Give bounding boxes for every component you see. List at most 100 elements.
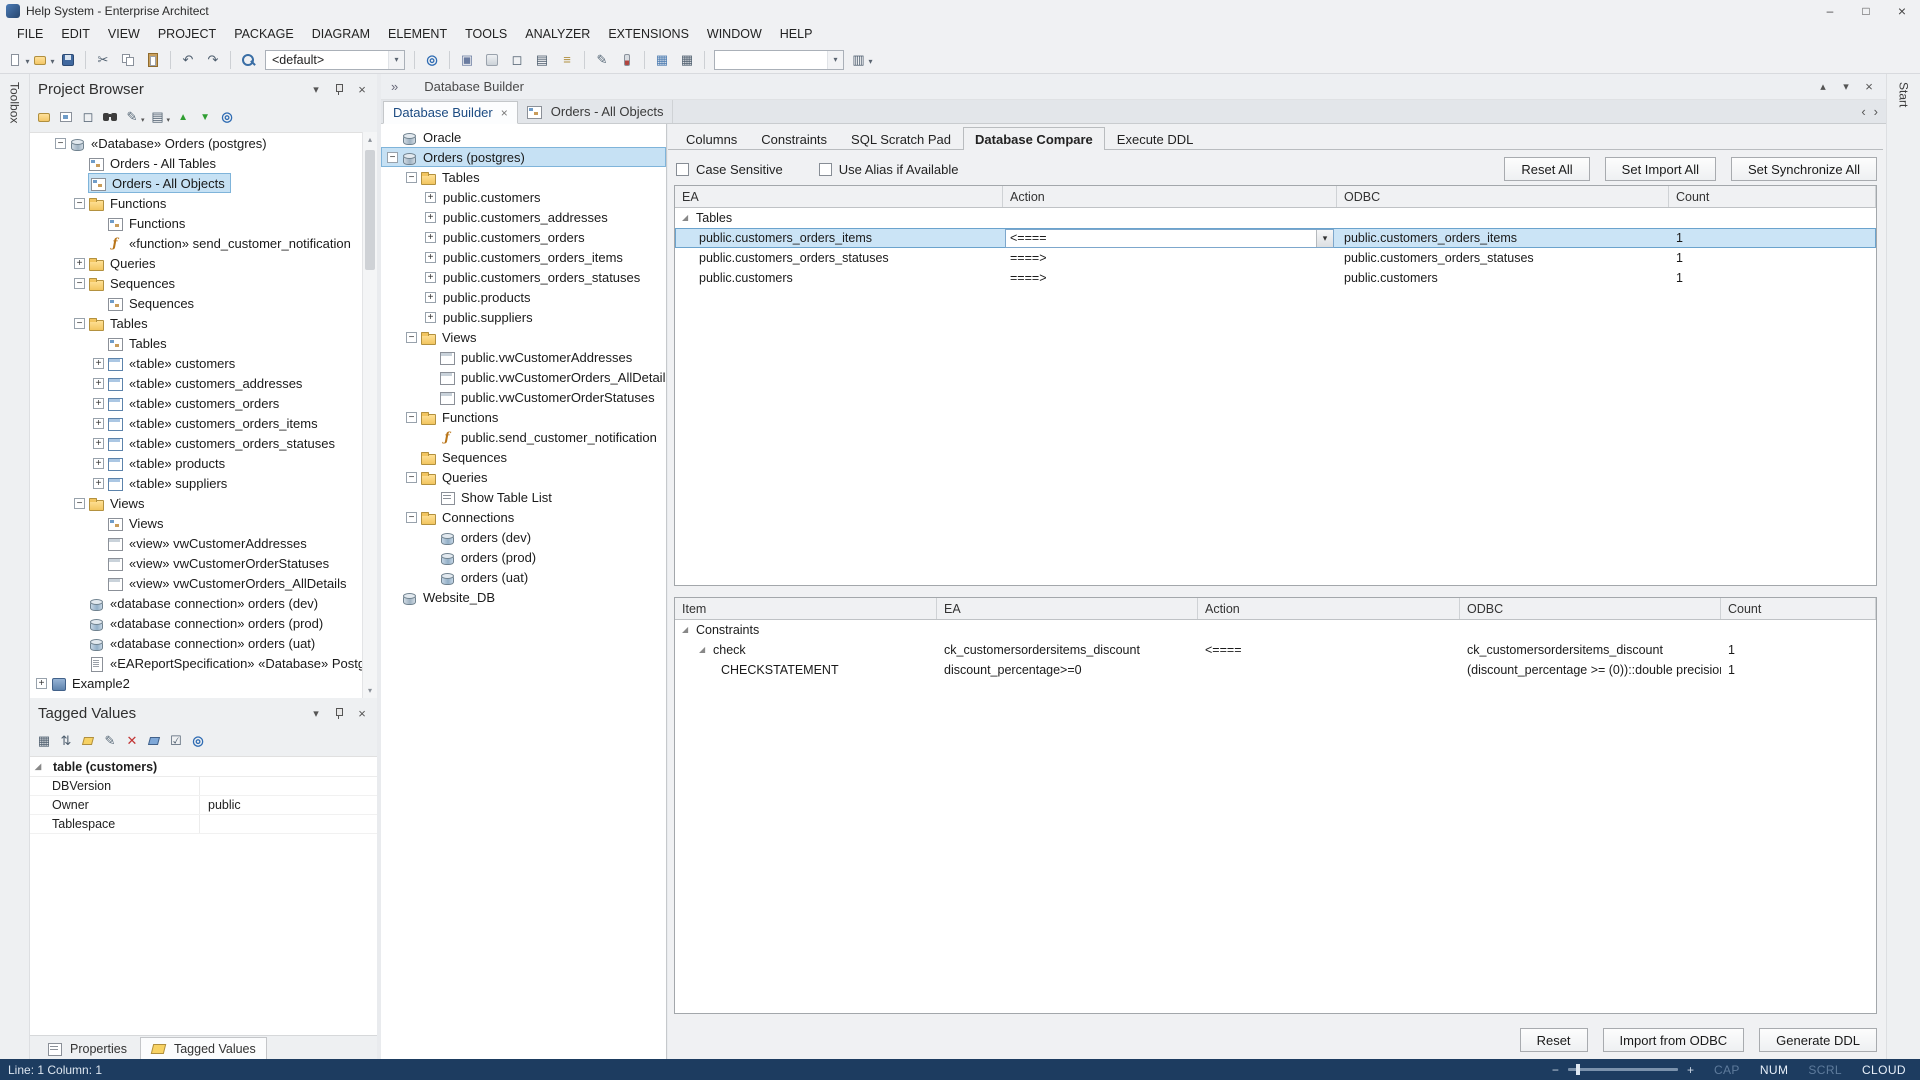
builder-item-tables[interactable]: Tables [381,167,666,187]
builder-item-public-customers-orders-items[interactable]: public.customers_orders_items [381,247,666,267]
close-panel-icon[interactable] [355,706,369,720]
browser-item-function-send-customer-notification[interactable]: «function» send_customer_notification [30,233,362,253]
browser-item-view-vwcustomerorderstatuses[interactable]: «view» vwCustomerOrderStatuses [30,553,362,573]
browser-item-orders-all-objects[interactable]: Orders - All Objects [30,173,362,193]
browser-item-view-vwcustomerorders-alldetails[interactable]: «view» vwCustomerOrders_AllDetails [30,573,362,593]
tagged-value-row[interactable]: Ownerpublic [30,796,377,815]
browser-item-table-customers-addresses[interactable]: «table» customers_addresses [30,373,362,393]
browser-item-tables[interactable]: Tables [30,333,362,353]
checkbox-case-sensitive[interactable]: Case Sensitive [676,162,783,177]
builder-item-public-customers[interactable]: public.customers [381,187,666,207]
expand-toggle[interactable] [425,252,436,263]
tab-properties[interactable]: Properties [36,1037,138,1059]
collapse-toggle[interactable] [74,278,85,289]
expander-triangle-icon[interactable] [682,625,692,635]
expand-toggle[interactable] [93,378,104,389]
menu-analyzer[interactable]: ANALYZER [516,22,599,46]
menu-extensions[interactable]: EXTENSIONS [599,22,698,46]
new-tag-icon[interactable] [78,731,98,752]
browser-item-functions[interactable]: Functions [30,193,362,213]
builder-item-sequences[interactable]: Sequences [381,447,666,467]
close-panel-icon[interactable] [1862,80,1876,94]
scroll-up-icon[interactable]: ▴ [363,132,377,147]
save-icon[interactable] [56,48,80,72]
expand-toggle[interactable] [93,358,104,369]
doc-tab-orders-all-objects[interactable]: Orders - All Objects [518,100,674,123]
pin-icon[interactable] [332,82,346,96]
builder-item-functions[interactable]: Functions [381,407,666,427]
maximize-icon[interactable] [1848,0,1884,22]
collapse-toggle[interactable] [387,152,398,163]
edit-icon[interactable] [122,107,146,128]
compare-row[interactable]: public.customers====>public.customers1 [675,268,1876,288]
move-down-icon[interactable] [195,107,215,128]
paste-icon[interactable] [141,48,165,72]
expand-toggle[interactable] [425,292,436,303]
grid-icon[interactable] [650,48,674,72]
builder-item-website-db[interactable]: Website_DB [381,587,666,607]
panel-menu-icon[interactable] [309,706,323,720]
move-up-icon[interactable] [173,107,193,128]
builder-item-public-vwcustomerorderstatuses[interactable]: public.vwCustomerOrderStatuses [381,387,666,407]
scroll-tabs-right-icon[interactable]: › [1874,104,1878,119]
browser-item-database-orders-postgres[interactable]: «Database» Orders (postgres) [30,133,362,153]
builder-item-connections[interactable]: Connections [381,507,666,527]
menu-element[interactable]: ELEMENT [379,22,456,46]
collapse-toggle[interactable] [406,332,417,343]
browser-item-database-connection-orders-prod[interactable]: «database connection» orders (prod) [30,613,362,633]
group-icon[interactable] [34,731,54,752]
panel-menu-icon[interactable] [1839,80,1853,94]
close-tab-icon[interactable]: × [501,106,508,120]
new-diagram-icon[interactable] [56,107,76,128]
window2-icon[interactable] [849,48,873,72]
builder-item-orders-dev[interactable]: orders (dev) [381,527,666,547]
copy-icon[interactable] [116,48,140,72]
builder-item-public-send-customer-notification[interactable]: public.send_customer_notification [381,427,666,447]
browser-item-example2[interactable]: Example2 [30,673,362,693]
tools-icon[interactable] [148,107,172,128]
tab-constraints[interactable]: Constraints [749,127,839,150]
collapse-icon[interactable] [1816,80,1830,94]
menu-help[interactable]: HELP [771,22,822,46]
tagged-value-row[interactable]: Tablespace [30,815,377,834]
search-icon[interactable] [236,48,260,72]
builder-item-public-customers-addresses[interactable]: public.customers_addresses [381,207,666,227]
expand-toggle[interactable] [93,418,104,429]
minimize-icon[interactable] [1812,0,1848,22]
toolbox-tab[interactable]: Toolbox [8,82,22,123]
menu-window[interactable]: WINDOW [698,22,771,46]
set-import-all-button[interactable]: Set Import All [1605,157,1716,181]
collapse-toggle[interactable] [406,472,417,483]
expand-toggle[interactable] [93,438,104,449]
browser-item-orders-all-tables[interactable]: Orders - All Tables [30,153,362,173]
expand-chevron-icon[interactable] [391,79,398,94]
browser-item-sequences[interactable]: Sequences [30,293,362,313]
import-from-odbc-button[interactable]: Import from ODBC [1603,1028,1745,1052]
browser-item-views[interactable]: Views [30,493,362,513]
browser-item-table-products[interactable]: «table» products [30,453,362,473]
collapse-toggle[interactable] [74,498,85,509]
builder-item-public-customers-orders[interactable]: public.customers_orders [381,227,666,247]
pencil-icon[interactable] [590,48,614,72]
menu-package[interactable]: PACKAGE [225,22,303,46]
diagram-icon[interactable] [480,48,504,72]
model-search-box[interactable] [714,50,844,70]
browser-item-table-customers[interactable]: «table» customers [30,353,362,373]
help-icon[interactable] [217,107,237,128]
expand-toggle[interactable] [425,272,436,283]
expand-toggle[interactable] [74,258,85,269]
element-icon[interactable] [505,48,529,72]
scrollbar[interactable]: ▴ ▾ [362,132,377,698]
column-header-item[interactable]: Item [675,598,937,619]
start-tab[interactable]: Start [1897,82,1911,107]
column-header-count[interactable]: Count [1721,598,1876,619]
tagged-values-group-row[interactable]: table (customers) [30,757,377,777]
builder-item-queries[interactable]: Queries [381,467,666,487]
edit-tag-icon[interactable] [100,731,120,752]
expand-toggle[interactable] [425,212,436,223]
menu-tools[interactable]: TOOLS [456,22,516,46]
collapse-toggle[interactable] [74,318,85,329]
builder-item-views[interactable]: Views [381,327,666,347]
builder-item-public-products[interactable]: public.products [381,287,666,307]
style-combo[interactable]: <default> [265,50,405,70]
